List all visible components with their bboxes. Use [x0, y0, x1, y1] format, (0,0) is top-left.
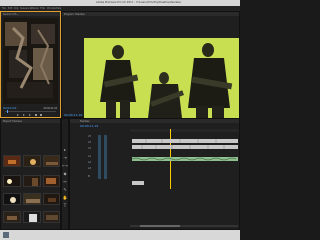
clip-thumbnail[interactable]	[3, 155, 21, 167]
tab-project[interactable]: Project: Fearless	[3, 120, 22, 123]
clip-thumbnail[interactable]	[43, 175, 60, 187]
menu-marker[interactable]: Marker	[31, 7, 39, 10]
track-label-v3[interactable]: V3	[88, 135, 91, 138]
timeline-ruler[interactable]	[130, 129, 239, 189]
audio-clip-small[interactable]	[132, 181, 144, 185]
play-icon	[23, 114, 25, 116]
source-scrubber[interactable]	[5, 110, 56, 113]
pen-tool-icon[interactable]: ✎	[62, 187, 68, 193]
source-transport-controls	[15, 113, 45, 117]
source-timecode-left: 00;00;21;04	[3, 107, 17, 110]
track-headers: V3 V2 V1 A1 A2 A3 M	[80, 135, 128, 195]
clip-thumbnail[interactable]	[43, 155, 60, 167]
slip-tool-icon[interactable]: ↔	[62, 179, 68, 185]
video-clip-track-v2[interactable]	[132, 139, 238, 143]
clip-thumbnail[interactable]	[43, 193, 60, 205]
clip-thumbnail[interactable]	[23, 193, 41, 205]
menu-help[interactable]: Help	[56, 7, 61, 10]
menu-sequence[interactable]: Sequence	[20, 7, 31, 10]
clip-thumbnail[interactable]	[3, 175, 21, 187]
tools-panel: ▸ ⇥ ⟷ ◆ ↔ ✎ ✋ T	[61, 118, 69, 230]
track-label-v2[interactable]: V2	[88, 141, 91, 144]
program-frame-image	[84, 38, 239, 122]
menu-title[interactable]: Title	[40, 7, 45, 10]
clip-thumbnail[interactable]	[3, 211, 21, 223]
clip-thumbnail[interactable]	[23, 211, 41, 223]
program-timecode: 00;00;11;16	[64, 113, 83, 117]
ripple-edit-tool-icon[interactable]: ⟷	[62, 163, 68, 169]
overwrite-icon	[40, 114, 42, 116]
timeline-scrollbar[interactable]	[130, 225, 238, 227]
source-monitor-panel: Source: CYL... 00;00;21;04 00;00;21;04	[0, 11, 61, 118]
clip-thumbnail[interactable]	[3, 193, 21, 205]
menu-file[interactable]: File	[2, 7, 6, 10]
selection-tool-icon[interactable]: ▸	[62, 147, 68, 153]
hand-tool-icon[interactable]: ✋	[62, 195, 68, 201]
track-label-a3[interactable]: A3	[88, 167, 91, 170]
status-bar	[0, 230, 240, 240]
source-timecode-right: 00;00;21;04	[43, 107, 57, 110]
track-label-master[interactable]: M	[88, 175, 90, 178]
track-label-v1[interactable]: V1	[88, 147, 91, 150]
source-playhead[interactable]	[7, 110, 8, 113]
track-label-a2[interactable]: A2	[88, 161, 91, 164]
program-video-frame	[84, 38, 239, 122]
tab-program[interactable]: Program: Fearless	[64, 13, 85, 16]
menu-edit[interactable]: Edit	[8, 7, 12, 10]
step-back-icon	[17, 114, 19, 116]
insert-icon	[35, 114, 37, 116]
timeline-timecode: 00;00;11;16	[80, 124, 99, 128]
tab-timeline[interactable]: Fearless	[80, 120, 89, 123]
taskbar-icon[interactable]	[3, 232, 9, 238]
type-tool-icon[interactable]: T	[62, 203, 68, 209]
window-title: Adobe Premiere Pro CC 2017 - C:\Users\Ti…	[96, 1, 181, 4]
menu-clip[interactable]: Clip	[14, 7, 18, 10]
clip-thumbnail[interactable]	[43, 211, 60, 223]
menu-window[interactable]: Window	[47, 7, 56, 10]
program-monitor-panel: Program: Fearless 00;00;11;16	[61, 11, 240, 122]
project-panel: Project: Fearless	[0, 118, 61, 230]
clip-thumbnail[interactable]	[23, 155, 41, 167]
timeline-panel: Fearless 00;00;11;16 V3 V2 V1 A1 A2 A3 M	[69, 118, 240, 230]
track-select-tool-icon[interactable]: ⇥	[62, 155, 68, 161]
source-video-frame	[3, 18, 58, 104]
source-frame-image	[3, 18, 58, 104]
tab-source[interactable]: Source: CYL...	[3, 13, 19, 16]
track-label-a1[interactable]: A1	[88, 155, 91, 158]
audio-clip-track-a1[interactable]	[131, 157, 238, 161]
razor-tool-icon[interactable]: ◆	[62, 171, 68, 177]
video-clip-track-v1[interactable]	[132, 145, 238, 149]
step-forward-icon	[29, 114, 31, 116]
clip-thumbnail[interactable]	[23, 175, 41, 187]
